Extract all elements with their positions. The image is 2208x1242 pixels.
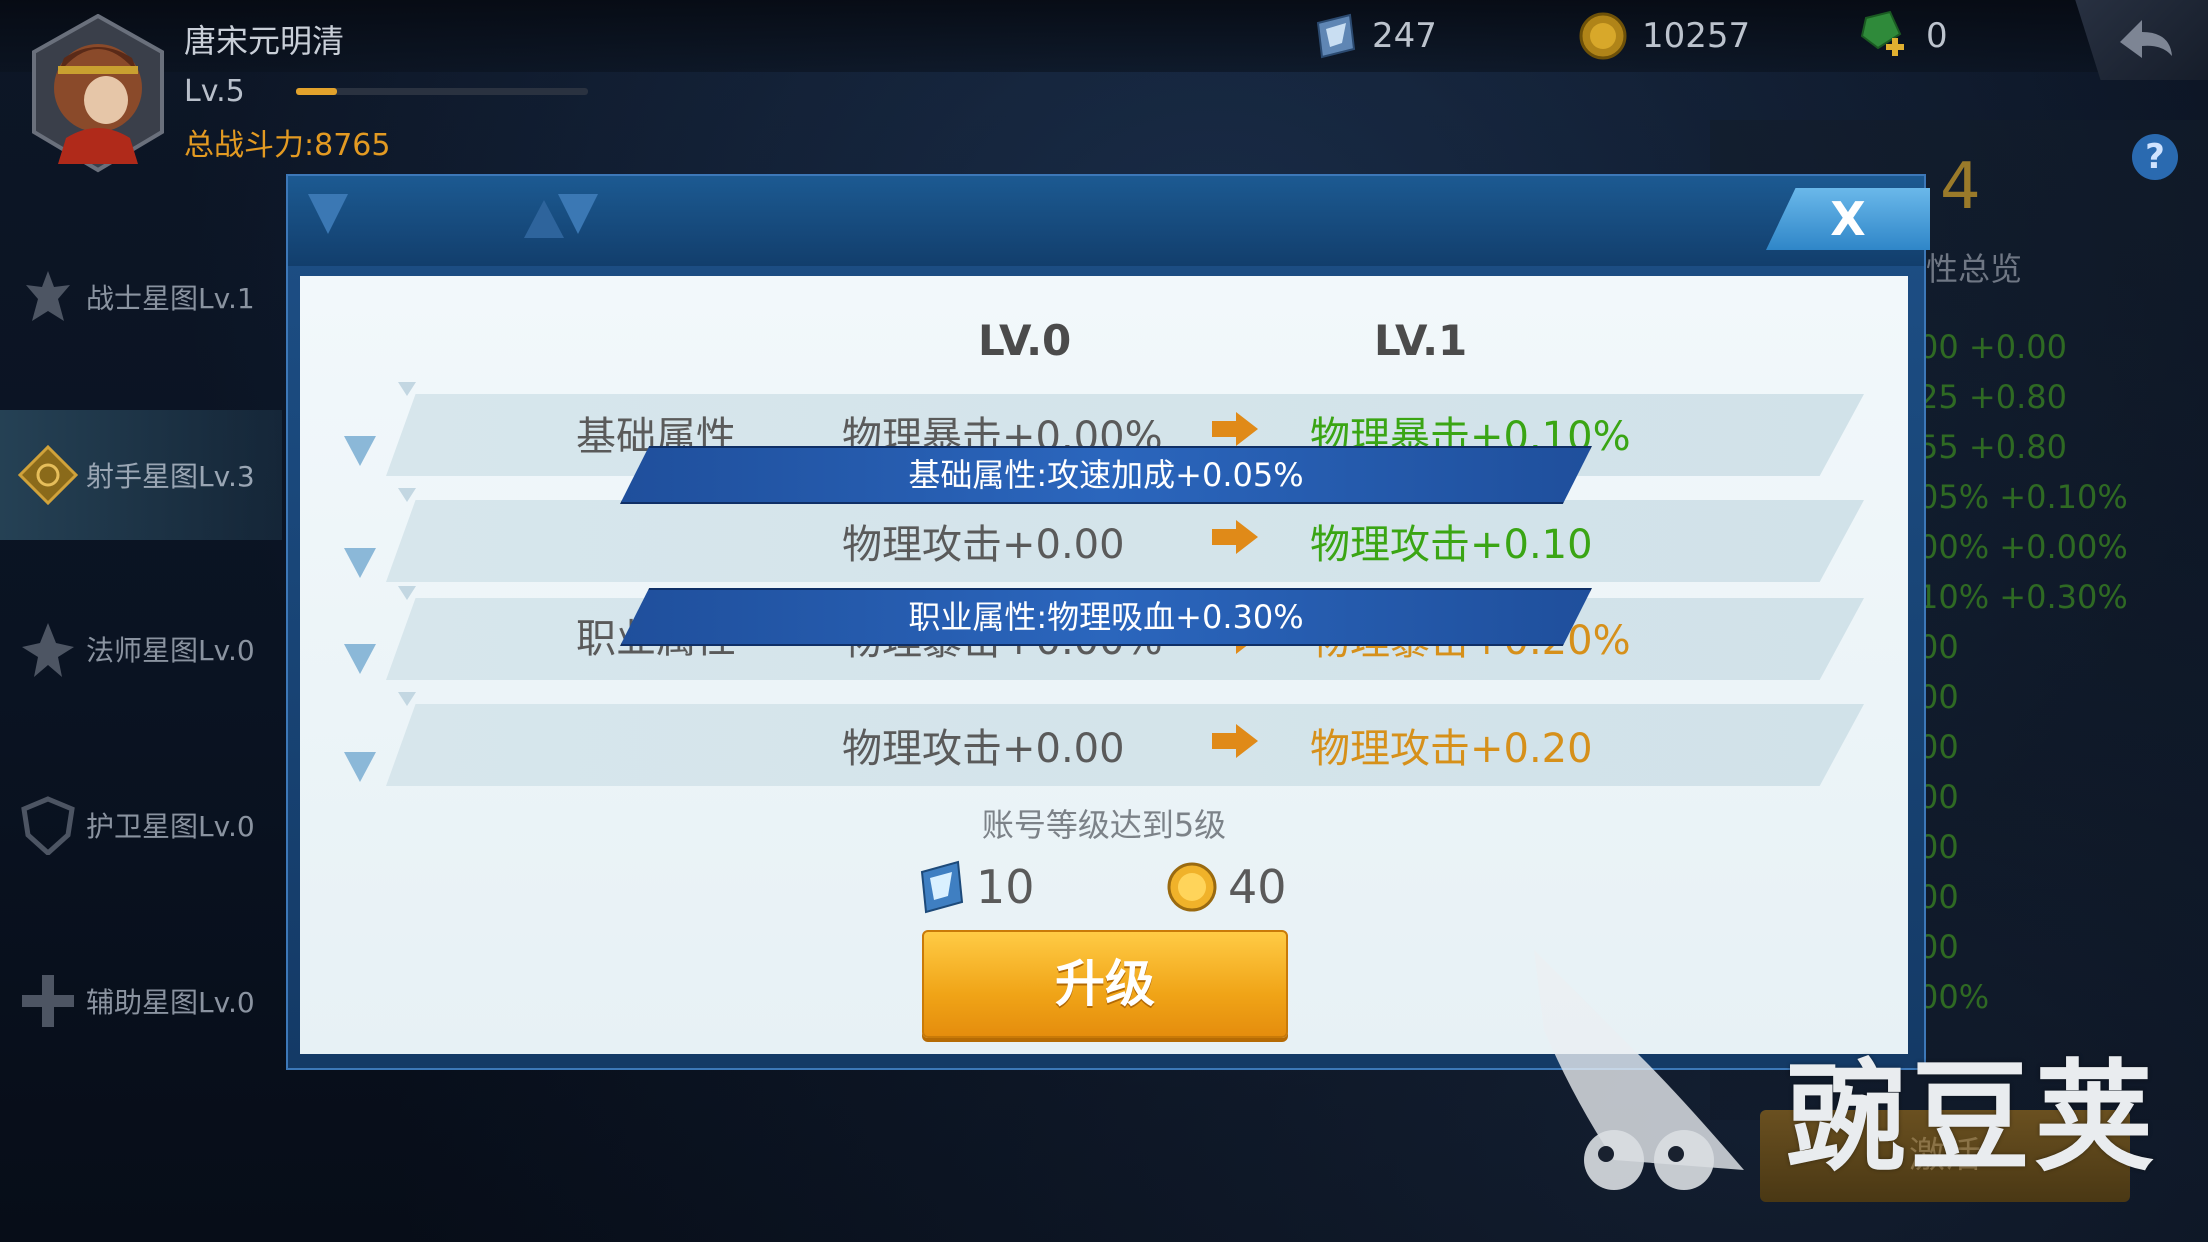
cost-gold-value: 40 (1228, 860, 1287, 914)
triangle-marker-icon (344, 436, 376, 466)
crystal-count: 247 (1372, 16, 1437, 56)
sidebar-item-label: 法师星图Lv.0 (86, 634, 255, 667)
sidebar-item-archer[interactable]: 射手星图Lv.3 (0, 410, 282, 540)
sidebar-item-label: 战士星图Lv.1 (86, 282, 255, 315)
support-icon (22, 975, 74, 1027)
crystal-icon (920, 860, 964, 914)
resource-gold[interactable]: 10257 (1578, 12, 1751, 60)
warrior-icon (26, 271, 70, 321)
upgrade-requirement: 账号等级达到5级 (981, 806, 1227, 844)
attr-from: 物理攻击+0.00 (842, 726, 1125, 772)
overview-row: 00 +0.00 (1918, 328, 2067, 366)
right-arrow-icon (1212, 412, 1258, 446)
triangle-marker-icon (344, 752, 376, 782)
player-level: Lv.5 (184, 74, 245, 109)
total-power: 总战斗力:8765 (184, 128, 391, 163)
header-triangles-decoration (308, 194, 598, 238)
sidebar-item-label: 射手星图Lv.3 (86, 460, 255, 493)
level-from: LV.0 (978, 316, 1072, 365)
watermark-text: 豌豆荚 (1786, 1049, 2158, 1188)
overview-row: 00% +0.00% (1918, 528, 2128, 566)
sidebar-item-support[interactable]: 辅助星图Lv.0 (0, 936, 282, 1066)
triangle-marker-icon (344, 548, 376, 578)
attr-from: 物理攻击+0.00 (842, 522, 1125, 568)
help-button[interactable]: ? (2132, 134, 2178, 180)
resource-crystal[interactable]: 247 (1312, 13, 1437, 59)
player-avatar[interactable] (28, 14, 168, 174)
small-triangle-icon (398, 382, 416, 396)
gold-coin-icon (1167, 862, 1217, 912)
gem-count: 0 (1926, 16, 1948, 56)
archer-icon (18, 445, 78, 505)
dialog-header (288, 176, 1924, 266)
upgrade-button[interactable]: 升级 (922, 930, 1288, 1038)
cost-gold: 40 (1166, 860, 1287, 914)
overview-row: 05% +0.10% (1918, 478, 2128, 516)
return-arrow-icon (2120, 20, 2172, 58)
xp-bar-fill (296, 88, 337, 95)
xp-bar (296, 88, 588, 95)
attribute-row-strip (386, 704, 1864, 786)
player-name: 唐宋元明清 (184, 22, 345, 60)
green-gem-add-icon (1860, 10, 1904, 56)
mage-icon (22, 623, 74, 677)
overview-row: 25 +0.80 (1918, 378, 2067, 416)
level-to: LV.1 (1374, 316, 1468, 365)
gold-count: 10257 (1642, 16, 1751, 56)
small-triangle-icon (398, 692, 416, 706)
cost-crystal-value: 10 (976, 860, 1035, 914)
gold-coin-icon (1579, 12, 1627, 60)
triangle-marker-icon (344, 644, 376, 674)
sidebar-item-mage[interactable]: 法师星图Lv.0 (0, 584, 282, 714)
resource-gem[interactable]: 0 (1856, 10, 1948, 58)
basic-attribute-banner: 基础属性:攻速加成+0.05% (620, 446, 1592, 504)
right-arrow-icon (1212, 724, 1258, 758)
sidebar-item-warrior[interactable]: 战士星图Lv.1 (0, 232, 282, 362)
attr-to: 物理攻击+0.10 (1310, 522, 1593, 568)
crystal-icon (1316, 13, 1356, 59)
overview-title: 性总览 (1926, 250, 2023, 288)
overview-level-number: 4 (1940, 150, 1981, 224)
cost-crystal: 10 (918, 860, 1035, 914)
overview-row: 55 +0.80 (1918, 428, 2067, 466)
attribute-row-strip (386, 500, 1864, 582)
right-arrow-icon (1212, 520, 1258, 554)
job-attribute-banner: 职业属性:物理吸血+0.30% (620, 588, 1592, 646)
small-triangle-icon (398, 586, 416, 600)
sidebar-item-label: 辅助星图Lv.0 (86, 986, 255, 1019)
overview-row: 10% +0.30% (1918, 578, 2128, 616)
small-triangle-icon (398, 488, 416, 502)
attr-to: 物理攻击+0.20 (1310, 726, 1593, 772)
